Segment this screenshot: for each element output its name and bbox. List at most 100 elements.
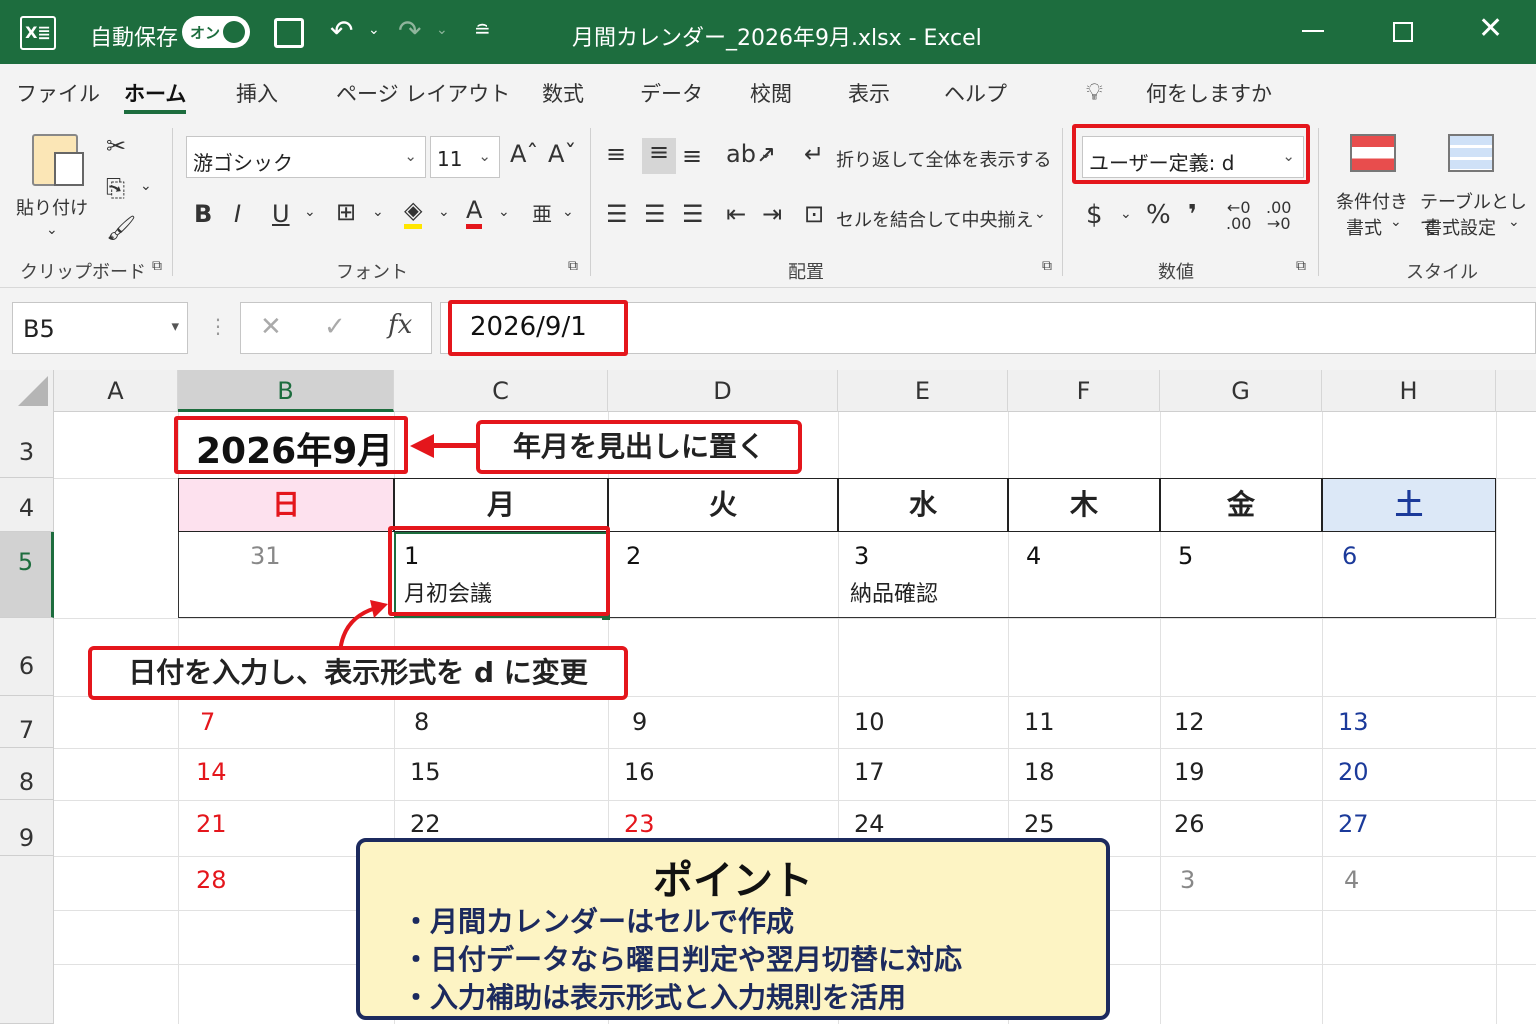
decrease-font-icon[interactable]: Aˇ <box>548 140 576 168</box>
conditional-format-label-1[interactable]: 条件付き <box>1336 188 1408 214</box>
tab-view[interactable]: 表示 <box>848 78 890 108</box>
merge-center-icon[interactable]: ⊡ <box>804 200 824 228</box>
paste-dropdown-icon[interactable]: ⌄ <box>46 222 58 238</box>
column-header-e[interactable]: E <box>838 370 1008 412</box>
conditional-format-label-2[interactable]: 書式 <box>1346 214 1382 240</box>
redo-dropdown-icon[interactable]: ⌄ <box>436 22 448 38</box>
chevron-down-icon[interactable]: ⌄ <box>1508 214 1520 230</box>
date-cell[interactable]: 22 <box>410 810 441 838</box>
increase-font-icon[interactable]: Aˆ <box>510 140 538 168</box>
date-cell[interactable]: 8 <box>414 708 429 736</box>
fill-color-icon[interactable]: ◈ <box>404 196 423 229</box>
align-bottom-icon[interactable]: ≡ <box>682 142 702 170</box>
row-header-3[interactable]: 3 <box>0 412 54 478</box>
wrap-text-button[interactable]: 折り返して全体を表示する <box>836 146 1051 172</box>
tab-page-layout[interactable]: ページ レイアウト <box>336 78 510 108</box>
weekday-tue[interactable]: 火 <box>608 478 838 532</box>
date-cell[interactable]: 24 <box>854 810 885 838</box>
column-header-g[interactable]: G <box>1160 370 1322 412</box>
date-cell[interactable]: 11 <box>1024 708 1055 736</box>
memo-delivery-check[interactable]: 納品確認 <box>850 576 938 608</box>
row-header-5[interactable]: 5 <box>0 532 54 618</box>
weekday-mon[interactable]: 月 <box>394 478 608 532</box>
lightbulb-icon[interactable]: 💡︎ <box>1086 78 1103 106</box>
confirm-entry-icon[interactable]: ✓ <box>324 312 346 342</box>
fill-color-dropdown-icon[interactable]: ⌄ <box>438 204 450 220</box>
chevron-down-icon[interactable]: ⌄ <box>1390 214 1402 230</box>
tab-formulas[interactable]: 数式 <box>542 78 584 108</box>
column-header-d[interactable]: D <box>608 370 838 412</box>
date-cell[interactable]: 15 <box>410 758 441 786</box>
weekday-wed[interactable]: 水 <box>838 478 1008 532</box>
column-header-b[interactable]: B <box>178 370 394 412</box>
date-cell[interactable]: 25 <box>1024 810 1055 838</box>
align-right-icon[interactable]: ☰ <box>682 200 704 228</box>
underline-dropdown-icon[interactable]: ⌄ <box>304 204 316 220</box>
format-as-table-label-2[interactable]: 書式設定 <box>1424 214 1496 240</box>
weekday-fri[interactable]: 金 <box>1160 478 1322 532</box>
dialog-launcher-icon[interactable]: ⧉ <box>1296 258 1306 274</box>
italic-icon[interactable]: I <box>234 200 241 228</box>
decrease-indent-icon[interactable]: ⇤ <box>726 200 746 228</box>
borders-icon[interactable]: ⊞ <box>336 198 356 226</box>
format-painter-icon[interactable]: 🖌︎ <box>106 214 136 242</box>
redo-icon[interactable]: ↷ <box>398 14 421 47</box>
date-cell[interactable]: 20 <box>1338 758 1369 786</box>
date-cell[interactable]: 17 <box>854 758 885 786</box>
tab-help[interactable]: ヘルプ <box>944 78 1007 108</box>
tab-file[interactable]: ファイル <box>16 78 100 108</box>
save-icon[interactable] <box>274 18 304 48</box>
tab-insert[interactable]: 挿入 <box>236 78 278 108</box>
paste-button-label[interactable]: 貼り付け <box>16 194 88 220</box>
date-cell[interactable]: 2 <box>626 542 641 570</box>
close-icon[interactable]: ✕ <box>1478 14 1503 44</box>
align-left-icon[interactable]: ☰ <box>606 200 628 228</box>
row-header-9[interactable]: 9 <box>0 800 54 856</box>
date-cell[interactable]: 7 <box>200 708 215 736</box>
row-header-8[interactable]: 8 <box>0 748 54 800</box>
dialog-launcher-icon[interactable]: ⧉ <box>1042 258 1052 274</box>
date-cell[interactable]: 6 <box>1342 542 1357 570</box>
font-color-icon[interactable]: A <box>466 196 483 229</box>
column-header-f[interactable]: F <box>1008 370 1160 412</box>
font-name-select[interactable]: 游ゴシック ⌄ <box>186 136 426 178</box>
comma-style-icon[interactable]: ❜ <box>1188 200 1197 230</box>
column-header-c[interactable]: C <box>394 370 608 412</box>
cut-icon[interactable]: ✂ <box>106 132 126 160</box>
date-cell[interactable]: 13 <box>1338 708 1369 736</box>
column-header-a[interactable]: A <box>54 370 178 412</box>
undo-dropdown-icon[interactable]: ⌄ <box>368 22 380 38</box>
row-header-blank[interactable] <box>0 856 54 1024</box>
date-cell[interactable]: 5 <box>1178 542 1193 570</box>
align-center-icon[interactable]: ☰ <box>644 200 666 228</box>
date-cell[interactable]: 12 <box>1174 708 1205 736</box>
insert-function-icon[interactable]: fx <box>388 310 412 340</box>
name-box[interactable]: B5 ▾ <box>12 302 188 354</box>
weekday-thu[interactable]: 木 <box>1008 478 1160 532</box>
copy-dropdown-icon[interactable]: ⌄ <box>140 178 152 194</box>
weekday-sun[interactable]: 日 <box>178 478 394 532</box>
conditional-format-icon[interactable] <box>1350 134 1396 172</box>
date-cell[interactable]: 31 <box>250 542 281 570</box>
wrap-text-icon[interactable]: ↵ <box>804 140 824 168</box>
tab-review[interactable]: 校閲 <box>750 78 792 108</box>
currency-icon[interactable]: $ <box>1086 200 1103 230</box>
date-cell[interactable]: 21 <box>196 810 227 838</box>
merge-center-button[interactable]: セルを結合して中央揃え <box>836 206 1033 232</box>
increase-indent-icon[interactable]: ⇥ <box>762 200 782 228</box>
date-cell[interactable]: 14 <box>196 758 227 786</box>
bold-icon[interactable]: B <box>194 200 212 228</box>
dialog-launcher-icon[interactable]: ⧉ <box>568 258 578 274</box>
date-cell-next-month[interactable]: 3 <box>1180 866 1195 894</box>
font-color-dropdown-icon[interactable]: ⌄ <box>498 204 510 220</box>
phonetic-dropdown-icon[interactable]: ⌄ <box>562 204 574 220</box>
date-cell-holiday[interactable]: 23 <box>624 810 655 838</box>
increase-decimal-icon[interactable]: ←0.00 <box>1226 200 1251 232</box>
minimize-icon[interactable] <box>1302 30 1324 32</box>
dialog-launcher-icon[interactable]: ⧉ <box>152 258 162 274</box>
tell-me-search[interactable]: 何をしますか <box>1146 78 1272 108</box>
date-cell[interactable]: 4 <box>1026 542 1041 570</box>
row-header-7[interactable]: 7 <box>0 696 54 748</box>
customize-qat-icon[interactable]: ≘ <box>474 18 491 42</box>
decrease-decimal-icon[interactable]: .00 →0 <box>1266 200 1291 232</box>
